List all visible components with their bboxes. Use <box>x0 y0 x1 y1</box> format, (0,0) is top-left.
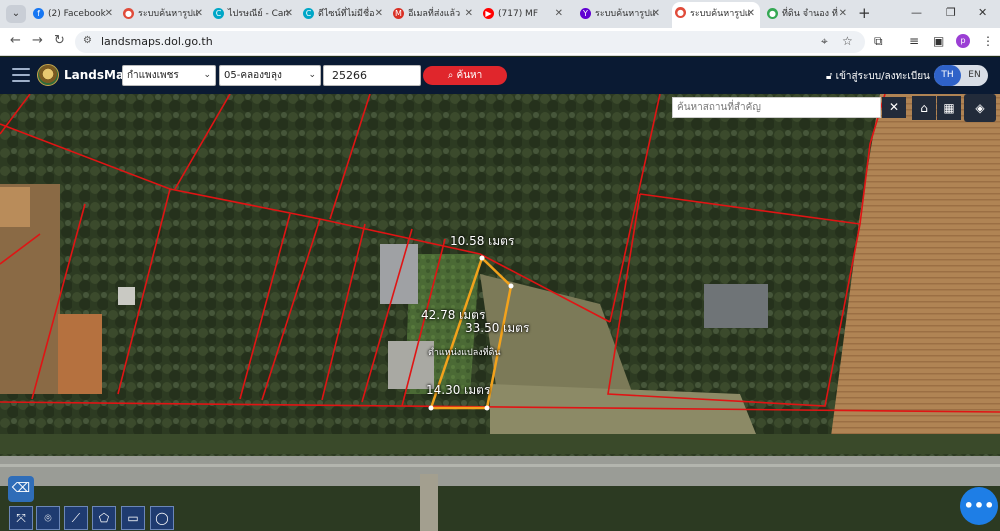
measure-right: 33.50 เมตร <box>465 321 530 335</box>
district-value: 05-คลองขลุง <box>224 70 282 81</box>
location-icon[interactable]: ⌖ <box>821 34 828 49</box>
parcel-note: ตำแหน่งแปลงที่ดิน <box>428 348 501 358</box>
maps-pin-icon: ● <box>675 7 686 18</box>
app-header: LandsMaps กำแพงเพชร ⌄ 05-คลองขลุง ⌄ 2526… <box>0 57 1000 94</box>
gmail-icon: M <box>393 8 404 19</box>
tab-search-button[interactable]: ⌄ <box>6 5 26 23</box>
browser-tab[interactable]: ● ที่ดิน จำนอง ที่ ✕ <box>764 3 852 25</box>
more-options-button[interactable]: ••• <box>960 487 998 525</box>
tab-close-icon[interactable]: ✕ <box>375 3 383 25</box>
province-select[interactable]: กำแพงเพชร ⌄ <box>122 65 216 86</box>
canva-icon: C <box>213 8 224 19</box>
lang-th-button[interactable]: TH <box>934 65 961 86</box>
home-icon[interactable]: ⌂ <box>912 96 936 120</box>
reading-list-icon[interactable]: ≡ <box>909 34 919 48</box>
search-button[interactable]: ⌕ ค้นหา <box>423 66 507 85</box>
tab-close-icon[interactable]: ✕ <box>839 3 847 25</box>
hamburger-menu-icon[interactable] <box>12 68 30 82</box>
language-switch: TH EN <box>934 65 988 86</box>
bookmark-star-icon[interactable]: ☆ <box>842 34 853 48</box>
login-link[interactable]: 🔓︎ เข้าสู่ระบบ/ลงทะเบียน <box>826 69 930 84</box>
extensions-icon[interactable]: ⧉ <box>874 34 883 49</box>
tab-close-icon[interactable]: ✕ <box>465 3 473 25</box>
url-omnibox[interactable]: ⚙ landsmaps.dol.go.th ⌖ ☆ <box>75 31 865 53</box>
tab-title: ที่ดิน จำนอง ที่ <box>782 9 838 19</box>
rectangle-icon[interactable]: ▭ <box>121 506 145 530</box>
polyline-icon[interactable]: ⟋ <box>64 506 88 530</box>
browser-tab[interactable]: M อีเมลที่ส่งแล้ว ✕ <box>390 3 478 25</box>
canva-icon: C <box>303 8 314 19</box>
back-icon[interactable]: ← <box>10 33 21 49</box>
lock-icon: 🔓︎ <box>826 71 833 82</box>
parcel-number-input[interactable]: 25266 <box>323 65 421 86</box>
landsmaps-logo <box>37 64 59 86</box>
login-label: เข้าสู่ระบบ/ลงทะเบียน <box>835 71 930 82</box>
tab-title: ระบบค้นหารูปแ <box>690 9 751 19</box>
tab-title: ไปรษณีย์ - Can <box>228 9 290 19</box>
browser-menu-icon[interactable]: ⋮ <box>982 34 994 48</box>
profile-avatar[interactable]: p <box>956 34 970 48</box>
tab-title: (717) MF <box>498 9 539 19</box>
google-maps-icon: ● <box>767 8 778 19</box>
search-button-label: ค้นหา <box>456 70 483 81</box>
restore-icon[interactable]: ❐ <box>946 6 956 19</box>
tab-close-icon[interactable]: ✕ <box>285 3 293 25</box>
circle-icon[interactable]: ◯ <box>150 506 174 530</box>
measure-top: 10.58 เมตร <box>450 234 515 248</box>
measure-bottom: 14.30 เมตร <box>426 383 491 397</box>
reload-icon[interactable]: ↻ <box>54 33 65 49</box>
browser-tab[interactable]: C ไปรษณีย์ - Can ✕ <box>210 3 298 25</box>
chevron-down-icon: ⌄ <box>203 70 211 80</box>
polygon-icon[interactable]: ⬠ <box>92 506 116 530</box>
measure-tool-icon[interactable]: ⤧ <box>9 506 33 530</box>
forward-icon[interactable]: → <box>32 33 43 49</box>
yahoo-icon: Y <box>580 8 591 19</box>
url-text: landsmaps.dol.go.th <box>101 35 213 48</box>
tab-title: ระบบค้นหารูปแ <box>138 9 199 19</box>
browser-tab[interactable]: ● ระบบค้นหารูปแ ✕ <box>672 2 760 28</box>
tab-title: (2) Facebook <box>48 9 106 19</box>
tab-close-icon[interactable]: ✕ <box>555 3 563 25</box>
layers-icon[interactable]: ◈ <box>964 94 996 122</box>
youtube-icon: ▶ <box>483 8 494 19</box>
tab-title: อีเมลที่ส่งแล้ว <box>408 9 461 19</box>
district-select[interactable]: 05-คลองขลุง ⌄ <box>219 65 321 86</box>
chevron-down-icon: ⌄ <box>308 70 316 80</box>
tab-close-icon[interactable]: ✕ <box>747 2 755 26</box>
address-bar: ← → ↻ ⚙ landsmaps.dol.go.th ⌖ ☆ ⧉ ≡ ▣ p … <box>0 28 1000 56</box>
grid-icon[interactable]: ▦ <box>937 96 961 120</box>
lang-en-button[interactable]: EN <box>961 65 988 86</box>
maps-pin-icon: ● <box>123 8 134 19</box>
new-tab-button[interactable]: + <box>858 5 871 21</box>
browser-tab[interactable]: f (2) Facebook ✕ <box>30 3 118 25</box>
province-value: กำแพงเพชร <box>127 70 179 81</box>
pin-icon[interactable]: ⌾ <box>36 506 60 530</box>
clear-search-icon[interactable]: ✕ <box>882 97 906 118</box>
browser-tab-bar: ⌄ f (2) Facebook ✕ ● ระบบค้นหารูปแ ✕ C ไปรษณีย์… <box>0 0 1000 28</box>
search-icon: ⌕ <box>447 70 454 81</box>
tab-close-icon[interactable]: ✕ <box>652 3 660 25</box>
browser-tab[interactable]: ▶ (717) MF ✕ <box>480 3 568 25</box>
browser-tab[interactable]: Y ระบบค้นหารูปแ ✕ <box>577 3 665 25</box>
tab-title: ดีไซน์ที่ไม่มีชื่อ <box>318 9 375 19</box>
map-imagery <box>0 94 1000 531</box>
eraser-icon[interactable]: ⌫ <box>8 476 34 502</box>
side-panel-icon[interactable]: ▣ <box>933 34 944 48</box>
minimize-icon[interactable]: — <box>911 6 922 19</box>
close-window-icon[interactable]: ✕ <box>978 6 987 19</box>
tab-title: ระบบค้นหารูปแ <box>595 9 656 19</box>
facebook-icon: f <box>33 8 44 19</box>
site-info-icon[interactable]: ⚙ <box>83 35 92 46</box>
map-place-search-input[interactable]: ค้นหาสถานที่สำคัญ <box>672 97 881 118</box>
browser-tab[interactable]: ● ระบบค้นหารูปแ ✕ <box>120 3 208 25</box>
tab-close-icon[interactable]: ✕ <box>105 3 113 25</box>
tab-close-icon[interactable]: ✕ <box>195 3 203 25</box>
satellite-map[interactable]: 10.58 เมตร 42.78 เมตร 33.50 เมตร ตำแหน่ง… <box>0 94 1000 531</box>
browser-tab[interactable]: C ดีไซน์ที่ไม่มีชื่อ ✕ <box>300 3 388 25</box>
